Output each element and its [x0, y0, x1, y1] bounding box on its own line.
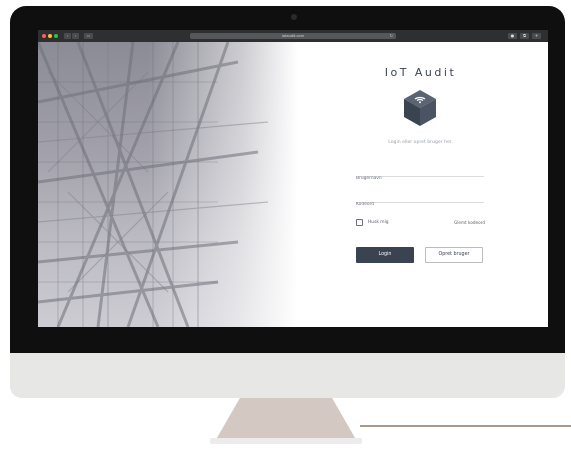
minimize-window-icon[interactable] [48, 34, 52, 38]
add-tab-icon[interactable]: + [532, 33, 541, 39]
password-field [356, 190, 484, 210]
close-window-icon[interactable] [42, 34, 46, 38]
brand-title: IoT Audit [384, 66, 457, 79]
back-icon[interactable]: ‹ [64, 33, 71, 39]
hero-image [38, 42, 298, 327]
steel-structure-image [38, 42, 269, 327]
password-input[interactable] [356, 199, 484, 210]
login-button[interactable]: Login [356, 247, 414, 263]
monitor-stand [210, 398, 362, 444]
sidebar-icon[interactable]: ▭ [84, 33, 93, 39]
url-text: iotaudit.com [281, 34, 304, 38]
login-subtitle: Login eller opret bruger her. [388, 140, 453, 145]
maximize-window-icon[interactable] [54, 34, 58, 38]
desk-line [360, 425, 571, 427]
forward-icon[interactable]: › [72, 33, 79, 39]
forgot-password-link[interactable]: Glemt kodeord [454, 220, 485, 225]
reload-icon[interactable]: ↻ [390, 33, 393, 39]
login-panel: IoT Audit Login eller opret bruger her. … [338, 42, 503, 327]
register-button[interactable]: Opret bruger [425, 247, 483, 263]
username-field [356, 164, 484, 184]
remember-label: Husk mig [368, 219, 389, 225]
remember-checkbox[interactable] [356, 218, 363, 226]
login-page: IoT Audit Login eller opret bruger her. … [38, 42, 548, 327]
address-bar[interactable]: iotaudit.com ↻ [190, 33, 396, 39]
remember-me[interactable]: Husk mig [356, 218, 389, 226]
stand-neck [214, 398, 358, 443]
stand-base [210, 438, 362, 444]
wifi-cube-icon [404, 90, 436, 126]
camera-icon [291, 14, 297, 20]
monitor-chin [10, 353, 565, 398]
share-icon[interactable]: ● [508, 33, 517, 39]
screen: ‹ › ▭ iotaudit.com ↻ ● ⧉ + IoT Audit Log… [38, 30, 548, 327]
username-input[interactable] [356, 173, 484, 184]
browser-toolbar: ‹ › ▭ iotaudit.com ↻ ● ⧉ + [38, 30, 548, 42]
tabs-icon[interactable]: ⧉ [520, 33, 529, 39]
